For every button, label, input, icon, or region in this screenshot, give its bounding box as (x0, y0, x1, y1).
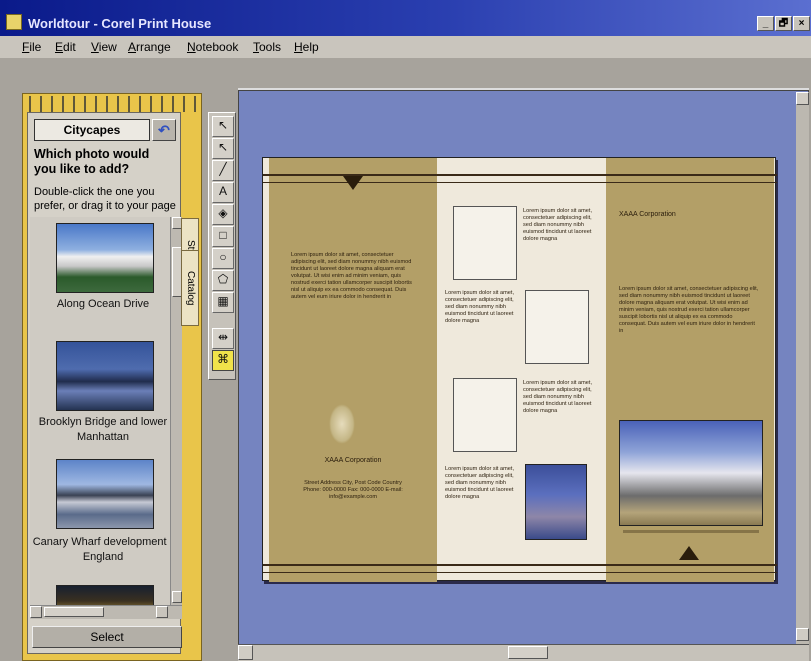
image-placeholder[interactable] (453, 378, 517, 452)
canvas-horizontal-scrollbar[interactable] (238, 644, 809, 661)
select-button[interactable]: Select (32, 626, 182, 648)
brochure-page[interactable]: Lorem ipsum dolor sit amet, consectetuer… (262, 157, 777, 582)
canvas-vertical-scrollbar[interactable] (796, 92, 809, 644)
notebook-instructions: Double-click the one you prefer, or drag… (34, 186, 176, 212)
scroll-left-button[interactable] (30, 606, 42, 618)
hscroll-thumb[interactable] (44, 607, 104, 617)
left-body-text[interactable]: Lorem ipsum dolor sit amet, consectetuer… (291, 252, 417, 342)
canvas-hscroll-thumb[interactable] (508, 646, 548, 659)
company-heading-left[interactable]: XAAA Corporation (303, 456, 403, 465)
menu-arrange-key: A (128, 40, 137, 54)
menu-notebook-label: otebook (195, 40, 239, 54)
menu-bar: File Edit View Arrange Notebook Tools He… (0, 36, 811, 58)
photo-thumbnail[interactable] (56, 459, 154, 529)
ellipse-tool[interactable]: ○ (212, 248, 234, 269)
triangle-ornament (343, 176, 363, 190)
polygon-tool[interactable]: ⬠ (212, 270, 234, 291)
company-address[interactable]: Street Address City, Post Code Country P… (303, 480, 403, 501)
canvas-scroll-left-button[interactable] (238, 645, 253, 660)
pick-tool[interactable]: ↖ (212, 138, 234, 159)
photo-thumbnail[interactable] (56, 341, 154, 411)
menu-help[interactable]: Help (294, 40, 319, 54)
text-tool[interactable]: A (212, 182, 234, 203)
photo-list: Along Ocean Drive Brooklyn Bridge and lo… (30, 217, 170, 605)
arch-photo[interactable] (619, 420, 763, 526)
menu-notebook-key: N (187, 40, 196, 54)
middle-text-3[interactable]: Lorem ipsum dolor sit amet, consectetuer… (523, 380, 599, 450)
minimize-button[interactable]: _ (757, 16, 774, 31)
logo-placeholder[interactable] (329, 404, 355, 444)
toolbox: ↖ ↖ ╱ A ◈ □ ○ ⬠ ▦ ⇹ ⌘ (208, 112, 236, 380)
notebook-page: Citycapes ↶ Which photo would you like t… (27, 112, 182, 654)
undo-icon[interactable]: ↶ (152, 119, 176, 141)
image-placeholder[interactable] (525, 290, 589, 364)
restore-button[interactable]: 🗗 (775, 16, 792, 31)
menu-help-label: elp (302, 40, 319, 54)
photo-thumbnail[interactable] (56, 585, 154, 605)
menu-file-label: ile (29, 40, 42, 54)
company-heading-right[interactable]: XAAA Corporation (619, 210, 709, 219)
brochure-panel-left[interactable] (269, 158, 437, 582)
bottom-rule-thin (263, 572, 777, 573)
photo-item[interactable]: Along Ocean Drive (30, 223, 170, 335)
notebook-panel: Citycapes ↶ Which photo would you like t… (22, 93, 202, 661)
photo-item[interactable]: Canary Wharf development - England (30, 459, 170, 579)
menu-tools[interactable]: Tools (253, 40, 281, 54)
caption-line (623, 530, 759, 533)
fill-tool[interactable]: ◈ (212, 204, 234, 225)
menu-edit-key: E (55, 40, 64, 54)
close-button[interactable]: × (793, 16, 810, 31)
triangle-ornament (679, 546, 699, 560)
canvas-scroll-down-button[interactable] (796, 628, 809, 641)
notebook-rings (29, 96, 199, 112)
category-selector[interactable]: Citycapes (34, 119, 150, 141)
top-rule-thin (263, 182, 777, 183)
photo-label: Canary Wharf development - England (32, 536, 170, 563)
menu-view-key: V (91, 40, 99, 54)
menu-view-label: iew (98, 40, 117, 54)
middle-text-1[interactable]: Lorem ipsum dolor sit amet, consectetuer… (523, 208, 599, 278)
menu-help-key: H (294, 40, 303, 54)
top-rule (263, 174, 777, 176)
app-icon (6, 14, 22, 30)
statue-photo[interactable] (525, 464, 587, 540)
scroll-right-button[interactable] (156, 606, 168, 618)
image-placeholder[interactable] (453, 206, 517, 280)
photo-label: Brooklyn Bridge and lower Manhattan (38, 416, 168, 443)
fold-tool[interactable]: ⇹ (212, 328, 234, 349)
photo-item[interactable] (30, 585, 170, 605)
middle-text-2[interactable]: Lorem ipsum dolor sit amet, consectetuer… (445, 290, 521, 360)
brochure-tool[interactable]: ⌘ (212, 350, 234, 371)
right-body-text[interactable]: Lorem ipsum dolor sit amet, consectetuer… (619, 286, 759, 376)
bottom-rule (263, 564, 777, 566)
photo-item[interactable]: Brooklyn Bridge and lower Manhattan (30, 341, 170, 461)
window-title: Worldtour - Corel Print House (28, 16, 212, 31)
menu-file[interactable]: File (22, 40, 41, 54)
photo-label: Along Ocean Drive (56, 298, 150, 310)
photo-list-hscrollbar[interactable] (30, 605, 182, 619)
canvas-scroll-up-button[interactable] (796, 92, 809, 105)
menu-arrange-label: rrange (136, 40, 171, 54)
title-bar: Worldtour - Corel Print House _ 🗗 × (0, 0, 811, 36)
middle-text-4[interactable]: Lorem ipsum dolor sit amet, consectetuer… (445, 466, 521, 536)
menu-view[interactable]: View (91, 40, 117, 54)
pointer-tool[interactable]: ↖ (212, 116, 234, 137)
tab-catalog[interactable]: Catalog (181, 250, 199, 326)
notebook-question: Which photo would you like to add? (34, 147, 150, 176)
rectangle-tool[interactable]: □ (212, 226, 234, 247)
scroll-down-button[interactable] (172, 591, 182, 603)
line-tool[interactable]: ╱ (212, 160, 234, 181)
menu-edit[interactable]: Edit (55, 40, 76, 54)
menu-tools-label: ools (259, 40, 282, 54)
menu-edit-label: dit (63, 40, 76, 54)
photo-thumbnail[interactable] (56, 223, 154, 293)
table-tool[interactable]: ▦ (212, 292, 234, 313)
menu-notebook[interactable]: Notebook (187, 40, 238, 54)
menu-arrange[interactable]: Arrange (128, 40, 171, 54)
